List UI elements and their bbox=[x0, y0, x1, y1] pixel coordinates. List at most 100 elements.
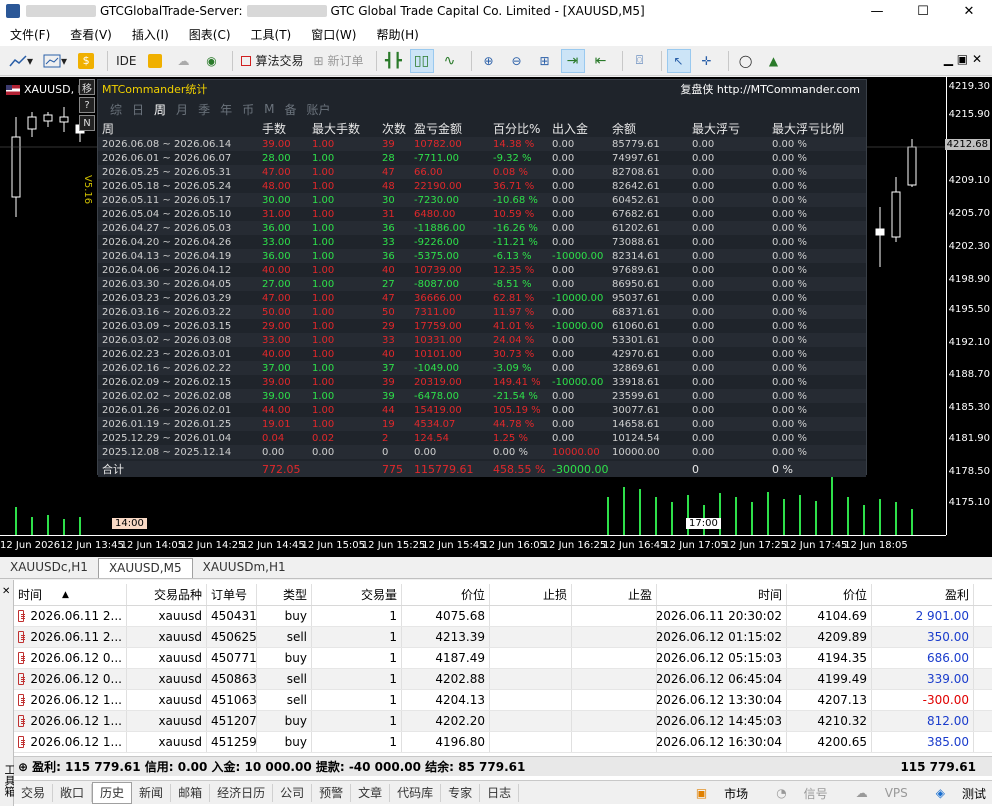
history-row[interactable]: 2026.06.12 0... xauusd450771...buy14187.4… bbox=[14, 648, 992, 669]
col-volume[interactable]: 交易量 bbox=[312, 584, 402, 605]
bar-chart-icon[interactable]: ┫┣ bbox=[382, 49, 406, 73]
globe-icon[interactable]: ◉ bbox=[199, 49, 223, 73]
history-cell-symbol: xauusd bbox=[127, 648, 207, 668]
tab-magic[interactable]: M bbox=[264, 102, 274, 116]
toolbox-tab-news[interactable]: 新闻 bbox=[132, 783, 172, 802]
ide-button[interactable]: IDE bbox=[113, 49, 139, 73]
signal-level-icon[interactable]: ▲ bbox=[762, 49, 786, 73]
toolbox-tab-exposure[interactable]: 敞口 bbox=[53, 783, 93, 802]
close-button[interactable]: ✕ bbox=[946, 0, 992, 22]
n-button[interactable]: N bbox=[79, 115, 95, 131]
price-tick: 4178.50 bbox=[948, 466, 990, 477]
col-price[interactable]: 价位 bbox=[402, 584, 490, 605]
stats-cell-balance: 82708.61 bbox=[612, 166, 660, 178]
toolbox-tab-alerts[interactable]: 预警 bbox=[312, 783, 352, 802]
col-tp[interactable]: 止盈 bbox=[572, 584, 657, 605]
panel-link[interactable]: 复盘侠 http://MTCommander.com bbox=[680, 81, 860, 97]
col-profit[interactable]: 盈利 bbox=[872, 584, 974, 605]
profiles-icon[interactable]: ▾ bbox=[40, 49, 70, 73]
bag-icon[interactable] bbox=[143, 49, 167, 73]
window-controls-icon[interactable]: ▁ ▣ ✕ bbox=[944, 52, 982, 66]
tab-day[interactable]: 日 bbox=[132, 101, 144, 118]
history-row[interactable]: 2026.06.12 1... xauusd451259...buy14196.8… bbox=[14, 732, 992, 753]
summary-toggle-icon[interactable]: ⊕ bbox=[18, 760, 28, 774]
algo-trading-button[interactable]: 算法交易 bbox=[238, 49, 306, 73]
summary-deposit: -30000.00 bbox=[552, 462, 609, 476]
toolbox-tab-journal[interactable]: 日志 bbox=[480, 783, 520, 802]
col-close-price[interactable]: 价位 bbox=[787, 584, 872, 605]
cloud-icon[interactable]: ☁ bbox=[171, 49, 195, 73]
market-button[interactable]: ▣ 市场 bbox=[682, 785, 748, 802]
history-row[interactable]: 2026.06.12 1... xauusd451063...sell14204.… bbox=[14, 690, 992, 711]
candles-icon[interactable]: ▯▯ bbox=[409, 48, 434, 73]
toolbox-side-strip: ✕ 工具箱 bbox=[0, 580, 16, 806]
autoscroll-icon[interactable]: ⇥ bbox=[560, 48, 585, 73]
close-icon[interactable]: ✕ bbox=[2, 586, 10, 597]
zoom-in-icon[interactable]: ⊕ bbox=[477, 49, 501, 73]
menu-file[interactable]: 文件(F) bbox=[0, 26, 60, 43]
menu-help[interactable]: 帮助(H) bbox=[366, 26, 428, 43]
stats-cell-pnl: -7230.00 bbox=[414, 194, 459, 206]
tab-month[interactable]: 月 bbox=[176, 101, 188, 118]
tab-quarter[interactable]: 季 bbox=[198, 101, 210, 118]
toolbox-tab-calendar[interactable]: 经济日历 bbox=[210, 783, 274, 802]
chart-shift-icon[interactable]: ⇤ bbox=[589, 49, 613, 73]
screenshot-icon[interactable]: ⌼ bbox=[628, 49, 652, 73]
toolbox-tab-articles[interactable]: 文章 bbox=[351, 783, 391, 802]
toolbox-tab-company[interactable]: 公司 bbox=[273, 783, 313, 802]
stats-cell-count: 29 bbox=[382, 320, 395, 332]
help-button[interactable]: ? bbox=[79, 97, 95, 113]
line-chart-icon[interactable]: ∿ bbox=[438, 49, 462, 73]
stats-cell-lots: 36.00 bbox=[262, 222, 291, 234]
history-row[interactable]: 2026.06.11 2... xauusd450625...sell14213.… bbox=[14, 627, 992, 648]
menu-insert[interactable]: 插入(I) bbox=[122, 26, 179, 43]
minimize-button[interactable]: — bbox=[854, 0, 900, 22]
toolbox-tab-experts[interactable]: 专家 bbox=[441, 783, 481, 802]
new-order-button[interactable]: ⊞ 新订单 bbox=[310, 49, 366, 73]
tab-year[interactable]: 年 bbox=[220, 101, 232, 118]
time-tick: 12 Jun 2026 bbox=[0, 540, 61, 551]
new-chart-icon[interactable]: ▾ bbox=[6, 49, 36, 73]
col-open-time[interactable]: 时间 ▲ bbox=[14, 584, 127, 605]
dollar-icon[interactable]: $ bbox=[74, 49, 98, 73]
history-row[interactable]: 2026.06.11 2... xauusd450431...buy14075.6… bbox=[14, 606, 992, 627]
signal-button[interactable]: ◔ 信号 bbox=[762, 785, 828, 802]
tab-week[interactable]: 周 bbox=[154, 101, 166, 118]
chart-tab-xauusdm[interactable]: XAUUSDm,H1 bbox=[193, 558, 296, 578]
col-type[interactable]: 类型 bbox=[257, 584, 312, 605]
stats-cell-pnl: 10782.00 bbox=[414, 138, 462, 150]
stats-cell-lots: 31.00 bbox=[262, 208, 291, 220]
tab-summary[interactable]: 综 bbox=[110, 101, 122, 118]
tab-account[interactable]: 账户 bbox=[306, 101, 330, 118]
zoom-out-icon[interactable]: ⊖ bbox=[505, 49, 529, 73]
stats-cell-max-dd: 0.00 bbox=[692, 166, 715, 178]
history-row[interactable]: 2026.06.12 0... xauusd450863...sell14202.… bbox=[14, 669, 992, 690]
tab-currency[interactable]: 币 bbox=[242, 101, 254, 118]
col-sl[interactable]: 止损 bbox=[490, 584, 572, 605]
vps-button[interactable]: ☁ VPS bbox=[842, 786, 908, 800]
tile-icon[interactable]: ⊞ bbox=[533, 49, 557, 73]
menu-window[interactable]: 窗口(W) bbox=[301, 26, 366, 43]
crosshair-icon[interactable]: ✛ bbox=[695, 49, 719, 73]
tester-button[interactable]: ◈ 测试 bbox=[922, 785, 986, 802]
toolbox-tab-mailbox[interactable]: 邮箱 bbox=[171, 783, 211, 802]
col-close-time[interactable]: 时间 bbox=[657, 584, 787, 605]
col-ticket[interactable]: 订单号 bbox=[207, 584, 257, 605]
chart-tab-xauusdc[interactable]: XAUUSDc,H1 bbox=[0, 558, 98, 578]
chart-tab-xauusd[interactable]: XAUUSD,M5 bbox=[97, 558, 193, 578]
history-row[interactable]: 2026.06.12 1... xauusd451207...buy14202.2… bbox=[14, 711, 992, 732]
maximize-button[interactable]: ☐ bbox=[900, 0, 946, 22]
toolbox-tab-codebase[interactable]: 代码库 bbox=[390, 783, 442, 802]
toolbox-tab-trade[interactable]: 交易 bbox=[14, 783, 54, 802]
menu-view[interactable]: 查看(V) bbox=[60, 26, 122, 43]
toolbox-tab-history[interactable]: 历史 bbox=[92, 781, 133, 804]
menu-charts[interactable]: 图表(C) bbox=[179, 26, 241, 43]
cursor-icon[interactable]: ↖ bbox=[666, 48, 691, 73]
price-chart[interactable]: XAUUSD, M5 移 ? N V5.16 MTCommander统计 复盘侠… bbox=[0, 77, 992, 557]
col-symbol[interactable]: 交易品种 bbox=[127, 584, 207, 605]
move-button[interactable]: 移 bbox=[79, 79, 95, 95]
account-icon[interactable]: ◯ bbox=[734, 49, 758, 73]
stats-cell-max-dd-pct: 0.00 % bbox=[772, 264, 807, 276]
tab-note[interactable]: 备 bbox=[284, 101, 296, 118]
menu-tools[interactable]: 工具(T) bbox=[241, 26, 302, 43]
